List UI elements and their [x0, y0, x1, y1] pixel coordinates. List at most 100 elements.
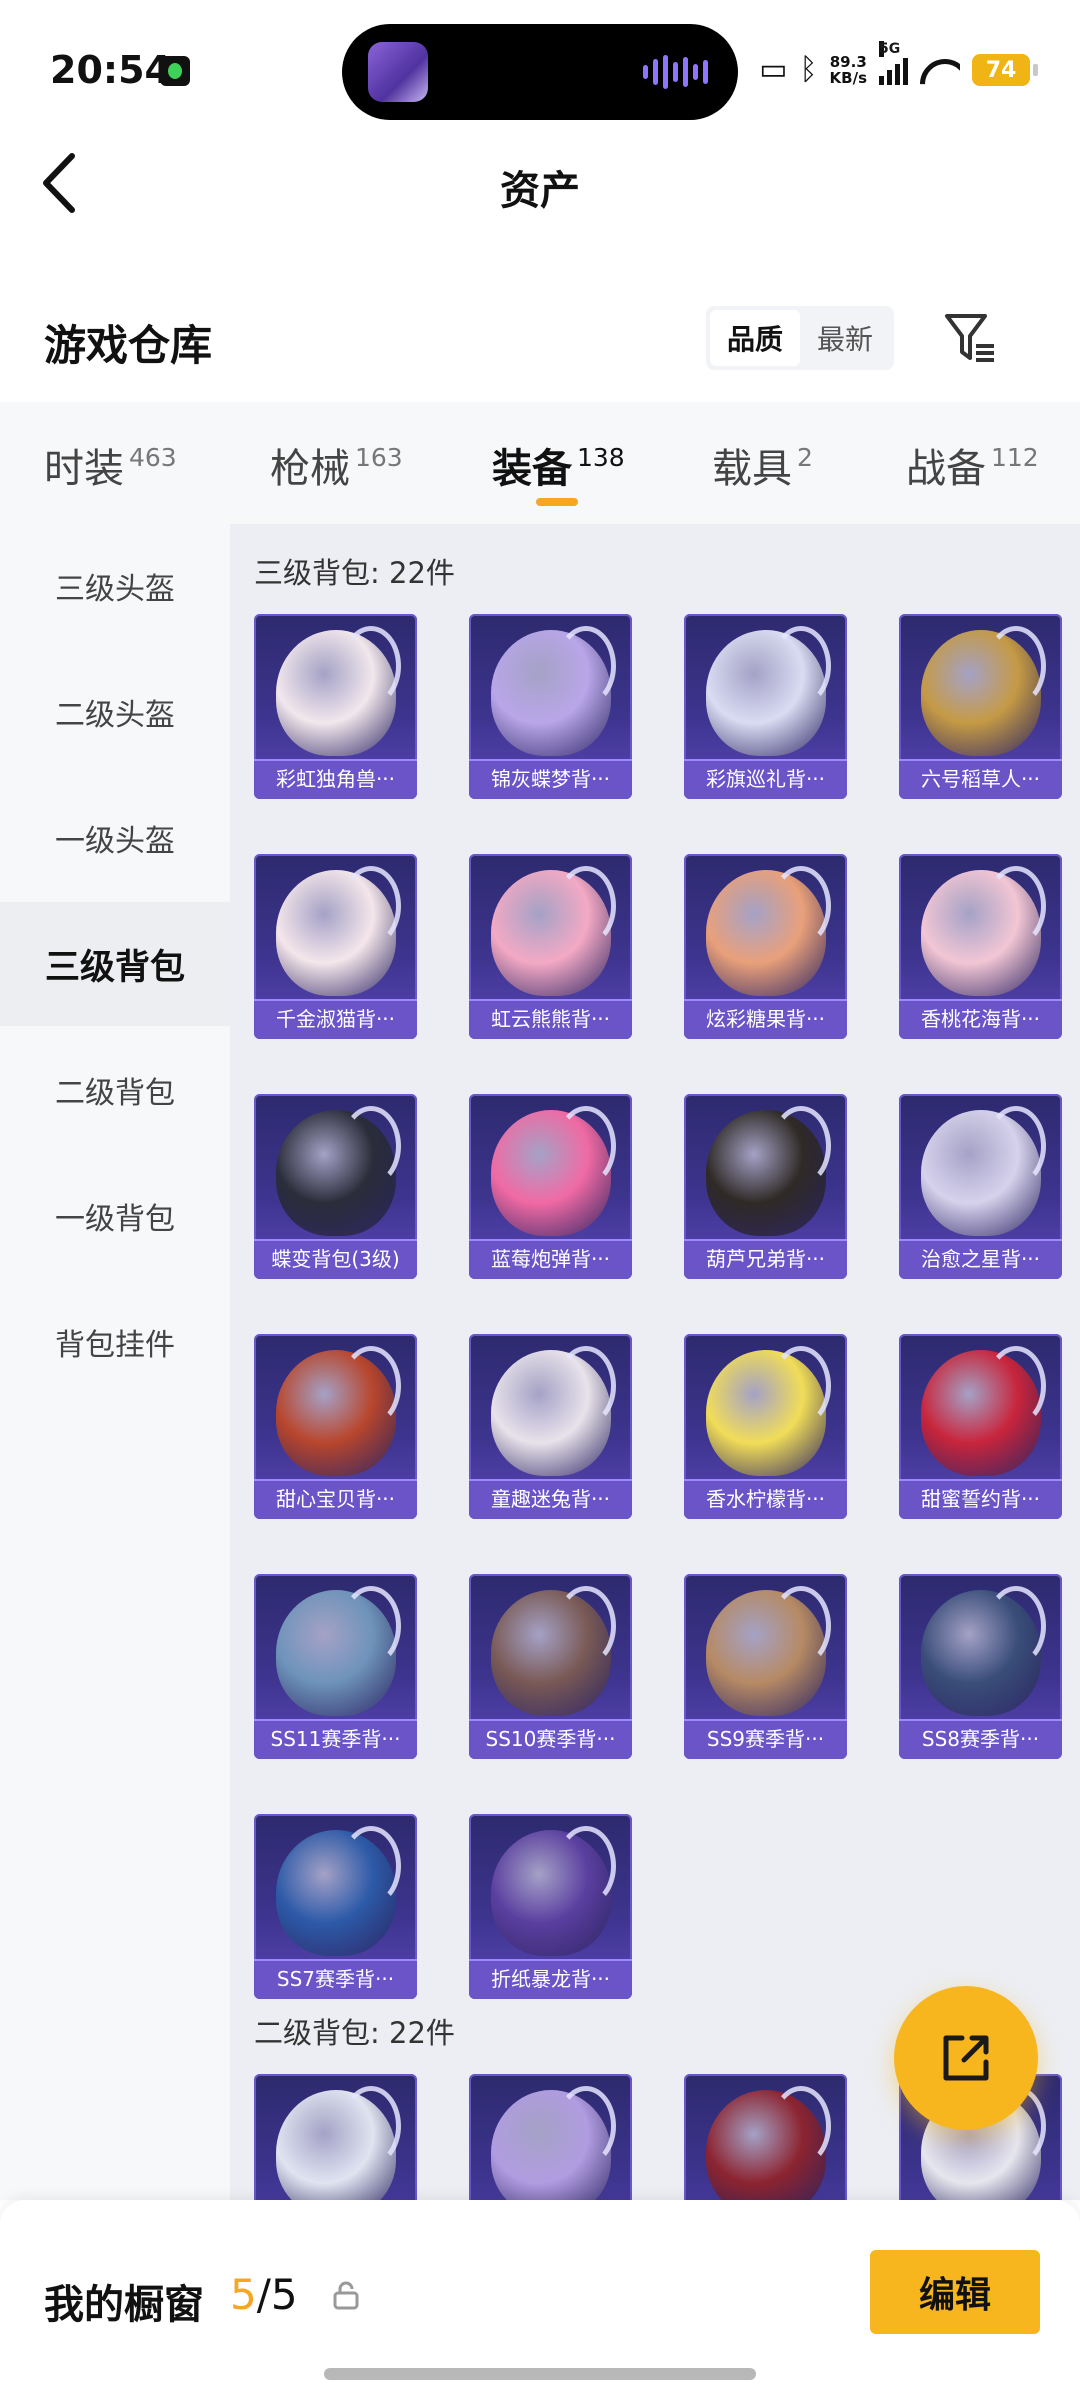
sidebar-item-backpack-2[interactable]: 二级背包	[0, 1028, 230, 1152]
dynamic-island[interactable]	[342, 24, 738, 120]
item-card[interactable]: 千金淑猫背···	[254, 854, 417, 1039]
item-name: 葫芦兄弟背···	[684, 1239, 847, 1279]
sort-by-quality[interactable]: 品质	[710, 310, 800, 366]
share-external-icon	[943, 2035, 989, 2081]
item-card[interactable]: 锦灰蝶梦背···	[469, 614, 632, 799]
tab-count: 163	[355, 443, 403, 472]
cellular-signal-icon: 5G	[879, 41, 908, 85]
edit-button[interactable]: 编辑	[870, 2250, 1040, 2334]
tab-vehicles[interactable]: 载具 2	[712, 436, 813, 494]
item-name: 虹云熊熊背···	[469, 999, 632, 1039]
sort-by-newest[interactable]: 最新	[800, 310, 890, 366]
item-card[interactable]: 葫芦兄弟背···	[684, 1094, 847, 1279]
item-name: 甜心宝贝背···	[254, 1479, 417, 1519]
item-name: 彩旗巡礼背···	[684, 759, 847, 799]
item-card[interactable]: 治愈之星背···	[899, 1094, 1062, 1279]
item-strap-decoration	[341, 866, 401, 946]
battery-icon: 74	[972, 54, 1038, 86]
filter-button[interactable]	[942, 308, 1002, 368]
sidebar-item-backpack-3[interactable]: 三级背包	[0, 902, 230, 1026]
item-card[interactable]: 炫彩糖果背···	[684, 854, 847, 1039]
item-name: 六号稻草人···	[899, 759, 1062, 799]
nav-bar: 资产	[0, 140, 1080, 230]
item-card[interactable]	[254, 2074, 417, 2200]
item-strap-decoration	[341, 2086, 401, 2166]
net-speed-unit: KB/s	[829, 69, 867, 87]
item-name: 香桃花海背···	[899, 999, 1062, 1039]
sidebar-item-helmet-2[interactable]: 二级头盔	[0, 650, 230, 774]
item-name: 炫彩糖果背···	[684, 999, 847, 1039]
tab-supplies[interactable]: 战备 112	[906, 436, 1039, 494]
item-card[interactable]: 甜蜜誓约背···	[899, 1334, 1062, 1519]
showcase-bar: 我的橱窗 5/5 编辑	[0, 2200, 1080, 2400]
bed-icon: ▭	[759, 52, 788, 87]
showcase-count: 5/5	[230, 2270, 298, 2319]
signal-label: 5G	[879, 41, 901, 57]
item-strap-decoration	[771, 2086, 831, 2166]
tab-label: 战备	[906, 446, 986, 492]
item-name: SS11赛季背···	[254, 1719, 417, 1759]
item-name: 千金淑猫背···	[254, 999, 417, 1039]
item-name: 治愈之星背···	[899, 1239, 1062, 1279]
item-card[interactable]: 虹云熊熊背···	[469, 854, 632, 1039]
item-name: SS8赛季背···	[899, 1719, 1062, 1759]
wifi-icon	[920, 55, 960, 85]
category-tabs: 时装 463 枪械 163 装备 138 载具 2 战备 112	[0, 402, 1080, 524]
tab-equipment[interactable]: 装备 138	[492, 436, 625, 494]
item-strap-decoration	[556, 2086, 616, 2166]
item-card[interactable]: 蝶变背包(3级)	[254, 1094, 417, 1279]
item-card[interactable]: 折纸暴龙背···	[469, 1814, 632, 1999]
item-card[interactable]	[469, 2074, 632, 2200]
item-strap-decoration	[341, 1586, 401, 1666]
item-card[interactable]: 彩旗巡礼背···	[684, 614, 847, 799]
item-card[interactable]: 香桃花海背···	[899, 854, 1062, 1039]
item-strap-decoration	[341, 626, 401, 706]
item-strap-decoration	[556, 1346, 616, 1426]
share-button[interactable]	[894, 1986, 1038, 2130]
item-name: SS9赛季背···	[684, 1719, 847, 1759]
item-strap-decoration	[556, 866, 616, 946]
item-strap-decoration	[341, 1106, 401, 1186]
network-speed: 89.3 KB/s	[830, 54, 867, 86]
sidebar-item-backpack-1[interactable]: 一级背包	[0, 1154, 230, 1278]
tab-label: 装备	[492, 446, 572, 492]
tab-fashion[interactable]: 时装 463	[44, 436, 177, 494]
status-bar: 20:54 ▭ ᛒ 89.3 KB/s 5G 74	[0, 0, 1080, 140]
tab-weapons[interactable]: 枪械 163	[270, 436, 403, 494]
lock-icon	[333, 2281, 359, 2310]
item-strap-decoration	[771, 866, 831, 946]
item-card[interactable]: SS11赛季背···	[254, 1574, 417, 1759]
item-card[interactable]: 彩虹独角兽···	[254, 614, 417, 799]
item-card[interactable]: SS8赛季背···	[899, 1574, 1062, 1759]
item-name: 折纸暴龙背···	[469, 1959, 632, 1999]
status-icons: ▭ ᛒ 89.3 KB/s 5G 74	[759, 41, 1038, 92]
showcase-total: 5	[270, 2270, 298, 2319]
tab-count: 138	[577, 443, 625, 472]
showcase-used: 5	[230, 2270, 257, 2319]
item-strap-decoration	[556, 1586, 616, 1666]
item-strap-decoration	[771, 626, 831, 706]
item-card[interactable]: 甜心宝贝背···	[254, 1334, 417, 1519]
showcase-separator: /	[256, 2270, 271, 2319]
item-strap-decoration	[771, 1346, 831, 1426]
item-card[interactable]: 六号稻草人···	[899, 614, 1062, 799]
sidebar-item-helmet-1[interactable]: 一级头盔	[0, 776, 230, 900]
sidebar-item-helmet-3[interactable]: 三级头盔	[0, 524, 230, 648]
tab-count: 2	[797, 443, 813, 472]
item-grid: 三级背包: 22件 二级背包: 22件 彩虹独角兽··· 锦灰蝶梦背··· 彩旗巡礼…	[230, 524, 1080, 2200]
item-card[interactable]: 蓝莓炮弹背···	[469, 1094, 632, 1279]
item-card[interactable]: 香水柠檬背···	[684, 1334, 847, 1519]
item-card[interactable]	[684, 2074, 847, 2200]
item-strap-decoration	[556, 1106, 616, 1186]
sidebar-item-backpack-pendant[interactable]: 背包挂件	[0, 1280, 230, 1404]
item-strap-decoration	[341, 1826, 401, 1906]
item-card[interactable]: SS9赛季背···	[684, 1574, 847, 1759]
item-name: 锦灰蝶梦背···	[469, 759, 632, 799]
item-card[interactable]: 童趣迷兔背···	[469, 1334, 632, 1519]
item-strap-decoration	[986, 626, 1046, 706]
tab-label: 枪械	[270, 446, 350, 492]
item-card[interactable]: SS10赛季背···	[469, 1574, 632, 1759]
item-card[interactable]: SS7赛季背···	[254, 1814, 417, 1999]
section-title: 游戏仓库	[44, 321, 213, 370]
home-indicator[interactable]	[324, 2368, 756, 2380]
